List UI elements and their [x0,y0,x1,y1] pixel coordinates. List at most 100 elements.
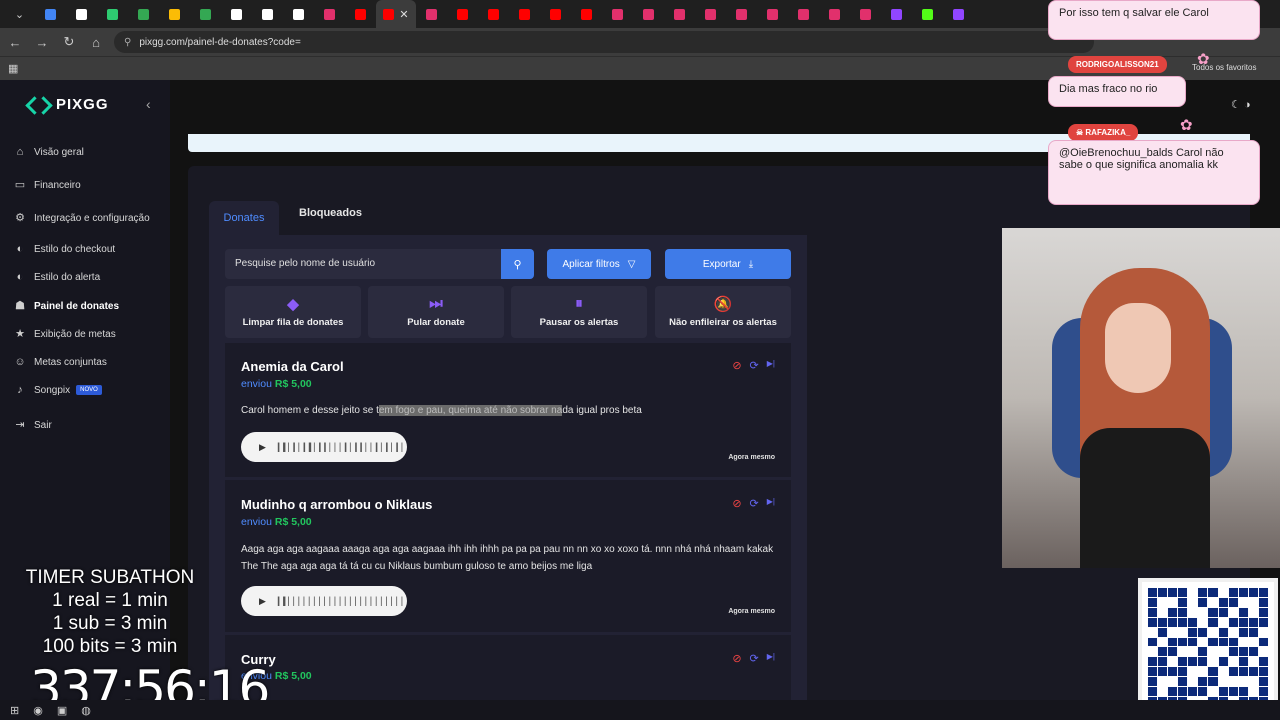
browser-tab[interactable] [850,0,881,28]
browser-tab[interactable] [788,0,819,28]
tab-list-icon[interactable]: ⌄ [4,0,35,28]
tab-favicon-icon [581,8,592,20]
replay-icon[interactable]: ⟳ [750,497,759,510]
skip-icon[interactable]: ▶| [767,497,775,510]
browser-tab[interactable] [283,0,314,28]
skip-icon[interactable]: ▶| [767,652,775,665]
search-button[interactable]: ⚲ [501,249,534,279]
sidebar-item-label: Estilo do checkout [34,243,116,255]
skip-icon[interactable]: ▶| [767,359,775,372]
sidebar-item-integra-o-e-configura-o[interactable]: ⚙ Integração e configuração [14,212,164,224]
browser-tab[interactable] [252,0,283,28]
sidebar-item-financeiro[interactable]: ▭ Financeiro [14,179,164,191]
qr-module [1248,647,1258,657]
audio-player[interactable]: ▶ ▎▍▏▎▏▎▍▏▎▎▏▏▏▎▏▎▎▏▏▎▏▎▏▎▏ [241,432,408,462]
sidebar-item-label: Songpix [34,384,71,396]
sidebar-item-estilo-do-checkout[interactable]: ◐ Estilo do checkout [14,243,164,255]
browser-tab[interactable] [416,0,447,28]
play-icon[interactable]: ▶ [259,596,266,607]
browser-tab[interactable] [757,0,788,28]
block-icon[interactable]: ⊘ [732,652,741,665]
browser-tab[interactable] [221,0,252,28]
browser-tab[interactable] [664,0,695,28]
browser-tab[interactable] [345,0,376,28]
browser-tab[interactable] [159,0,190,28]
start-icon[interactable]: ⊞ [10,704,19,717]
browser-tab[interactable] [540,0,571,28]
block-icon[interactable]: ⊘ [732,359,741,372]
sidebar-item-sair[interactable]: ⇥ Sair [14,419,164,431]
tab-close-icon[interactable]: ✕ [399,8,408,21]
browser-tab[interactable] [819,0,850,28]
tab-donates[interactable]: Donates [209,201,279,235]
qr-module [1248,597,1258,607]
block-icon[interactable]: ⊘ [732,497,741,510]
search-input[interactable]: Pesquise pelo nome de usuário [225,249,501,279]
qr-module [1228,687,1238,697]
action-eraser-button[interactable]: ◆ Limpar fila de donates [225,286,361,338]
qr-module [1178,667,1188,677]
browser-tab[interactable]: ✕ [376,0,416,28]
logo[interactable]: PIXGG [28,96,109,113]
taskbar-app-icon[interactable]: ◍ [81,704,91,717]
export-label: Exportar [702,258,741,270]
sidebar-item-painel-de-donates[interactable]: ☗ Painel de donates [14,300,164,312]
browser-tab[interactable] [602,0,633,28]
play-icon[interactable]: ▶ [259,442,266,453]
browser-tab[interactable] [943,0,974,28]
browser-tab[interactable] [97,0,128,28]
qr-module [1198,677,1208,687]
browser-tab[interactable] [314,0,345,28]
qr-module [1148,687,1158,697]
browser-tab[interactable] [128,0,159,28]
replay-icon[interactable]: ⟳ [750,359,759,372]
qr-module [1208,627,1218,637]
qr-module [1148,647,1158,657]
qr-module [1168,667,1178,677]
replay-icon[interactable]: ⟳ [750,652,759,665]
url-field[interactable]: ⚲ pixgg.com/painel-de-donates?code= [114,31,1094,53]
tab-favicon-icon [293,8,304,20]
taskbar: ⊞ ◉ ▣ ◍ [0,700,1280,720]
qr-module [1238,667,1248,677]
apply-filters-button[interactable]: Aplicar filtros ▽ [547,249,651,279]
qr-module [1208,647,1218,657]
forward-icon[interactable]: → [30,35,54,50]
taskbar-app-icon[interactable]: ▣ [57,704,67,717]
apps-grid-icon[interactable]: ▦ [8,62,18,75]
browser-tab[interactable] [633,0,664,28]
browser-tab[interactable] [478,0,509,28]
browser-tab[interactable] [509,0,540,28]
browser-tab[interactable] [881,0,912,28]
home-icon[interactable]: ⌂ [84,35,108,50]
qr-module [1258,667,1268,677]
export-button[interactable]: Exportar ⤓ [665,249,791,279]
collapse-sidebar-icon[interactable]: ‹ [146,96,151,112]
browser-tab[interactable] [726,0,757,28]
qr-module [1188,588,1198,597]
site-info-icon[interactable]: ⚲ [124,37,131,48]
sidebar-item-estilo-do-alerta[interactable]: ◐ Estilo do alerta [14,271,164,283]
browser-tab[interactable] [447,0,478,28]
browser-tab[interactable] [66,0,97,28]
browser-tab[interactable] [571,0,602,28]
browser-tab[interactable] [912,0,943,28]
browser-tab[interactable] [695,0,726,28]
sidebar-item-metas-conjuntas[interactable]: ☺ Metas conjuntas [14,356,164,368]
tab-blocked[interactable]: Bloqueados [299,207,362,219]
browser-tab[interactable] [35,0,66,28]
taskbar-app-icon[interactable]: ◉ [33,704,43,717]
browser-tab[interactable] [190,0,221,28]
theme-toggle-icon[interactable]: ☾ ◑ [1231,98,1251,111]
action-bell-off-button[interactable]: 🔕 Não enfileirar os alertas [655,286,791,338]
action-pause-button[interactable]: ⏸ Pausar os alertas [511,286,647,338]
sent-label: enviou [241,516,272,528]
sidebar-item-exibi-o-de-metas[interactable]: ★ Exibição de metas [14,328,164,340]
audio-player[interactable]: ▶ ▎▍▏▏▏▏▏▏▏▏▏▏▏▏▏▏▏▏▏▏▏▏▏▏▏ [241,586,408,616]
reload-icon[interactable]: ↻ [57,34,81,50]
qr-module [1218,617,1228,627]
back-icon[interactable]: ← [3,35,27,50]
sidebar-item-vis-o-geral[interactable]: ⌂ Visão geral [14,146,164,158]
sidebar-item-songpix[interactable]: ♪ Songpix NOVO [14,384,164,396]
action-skip-button[interactable]: ⏭ Pular donate [368,286,504,338]
